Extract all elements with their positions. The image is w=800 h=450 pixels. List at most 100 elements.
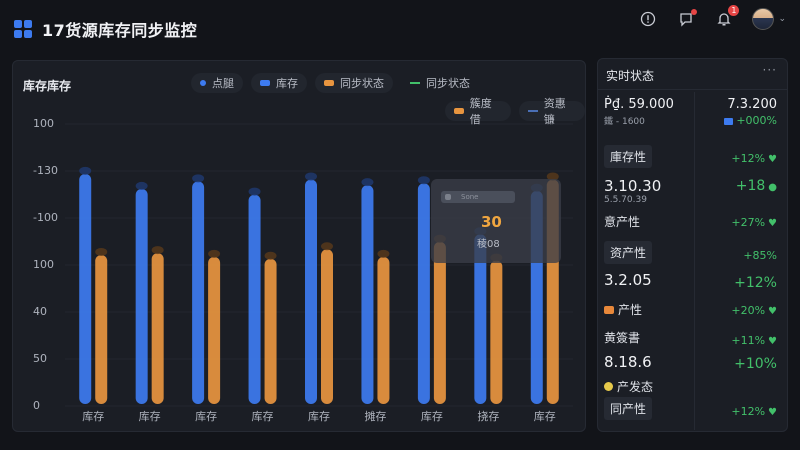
more-icon[interactable]: ··· [763,63,777,77]
status-label: 意产性 [604,215,641,229]
bar-cap [95,247,108,256]
legend-item[interactable]: 资惠镰 [519,97,585,126]
divider [598,89,787,90]
status-row[interactable]: 意产性 [604,211,640,230]
x-tick-label: 库存 [420,410,443,423]
legend-label: 同步状态 [426,77,470,90]
inventory-chart-panel: 库存库存 点腿 库存 同步状态 同步状态 簇度借 资惠镰 100 -130 -100… [12,60,586,432]
legend-line-icon [528,110,538,112]
inventory-bar[interactable] [79,173,92,404]
unread-dot [691,9,698,15]
status-change: +12% [734,272,777,291]
alert-circle-icon[interactable] [638,9,658,29]
x-tick-label: 摊存 [364,410,387,423]
top-bar: 17货源库存同步监控 1 ⌄ [0,0,800,58]
bar-cap [192,174,205,183]
y-tick-label: 50 [33,352,47,365]
metric-value: 7.3.200 [727,97,777,112]
legend-item[interactable]: 同步状态 [401,73,479,93]
status-row[interactable]: 黄簽書 [604,327,640,346]
sync-status-bar[interactable] [264,258,277,404]
inventory-bar[interactable] [192,181,205,404]
metric-value: Ṗ₫. 59.000 [604,97,674,112]
status-row[interactable]: 产发态 [604,376,653,395]
status-change: +12% ♥ [731,400,777,419]
bar-cap [417,176,430,185]
bar-cap [361,178,374,187]
status-row[interactable]: 同产性 [604,397,653,420]
bell-icon[interactable]: 1 [714,5,740,29]
metric-sub: 鐵 - 1600 [604,117,645,127]
sync-status-bar[interactable] [433,241,446,404]
sync-status-bar[interactable] [208,256,221,404]
y-tick-label: -130 [33,164,58,177]
heart-icon: ♥ [768,306,777,317]
bar-cap [377,249,390,258]
y-tick-label: -100 [33,211,58,224]
bar-cap [248,187,261,196]
x-tick-label: 库存 [251,410,274,423]
metric-change-text: +18 [735,178,766,194]
sync-status-bar[interactable] [490,260,503,404]
heart-icon: ♥ [768,154,777,165]
legend-item[interactable]: 簇度借 [445,97,511,126]
status-dot-icon [604,382,613,391]
bar-cap [135,181,148,190]
y-tick-label: 100 [33,117,54,130]
sync-status-bar[interactable] [377,256,390,404]
status-metric: 3.2.05 [604,271,652,289]
metric-change-text: +10% [734,356,777,372]
sync-status-bar[interactable] [95,254,108,404]
inventory-bar[interactable] [361,185,374,404]
top-actions: 1 ⌄ [638,5,786,30]
status-row[interactable]: 资产性 [604,241,653,264]
inventory-bar[interactable] [305,179,317,404]
sync-status-bar[interactable] [151,253,164,404]
metric-change-text: +12% [731,152,766,165]
status-change: +10% [734,353,777,372]
legend-bar-icon [454,108,464,114]
status-label: 资产性 [604,241,653,264]
chart-title: 库存库存 [23,79,72,93]
status-change: +12% ♥ [731,147,777,166]
heart-icon: ♥ [768,407,777,418]
check-icon: ● [768,182,777,193]
chevron-down-icon: ⌄ [778,14,786,24]
legend-item[interactable]: 点腿 [191,73,243,93]
legend-item[interactable]: 同步状态 [315,73,393,93]
x-tick-label: 库存 [308,410,330,423]
metric-change: +000% [724,114,777,127]
status-row[interactable]: 产性 [604,299,642,318]
legend-label: 点腿 [212,77,234,90]
status-row[interactable]: 庫存性 [604,145,653,168]
inventory-bar[interactable] [248,194,261,404]
sync-status-bar[interactable] [321,249,333,404]
inventory-bar[interactable] [135,188,148,404]
x-tick-label: 库存 [195,410,218,423]
status-metric: 3.10.30 5.5.70.39 [604,177,661,205]
metric-value: 8.18.6 [604,353,652,371]
box-icon [604,305,614,314]
legend-label: 库存 [276,77,298,90]
chart-legend: 点腿 库存 同步状态 同步状态 [191,73,479,93]
app-logo-icon [14,20,32,38]
status-label: 产发态 [617,380,654,394]
status-change: +27% ♥ [731,211,777,230]
message-icon[interactable] [676,9,698,29]
metric-change-text: +12% [731,405,766,418]
legend-line-icon [410,82,420,84]
x-tick-label: 库存 [82,410,105,423]
legend-item[interactable]: 库存 [251,73,307,93]
chart-legend-secondary: 簇度借 资惠镰 [445,97,585,126]
x-tick-label: 挠存 [477,410,500,423]
y-tick-label: 40 [33,305,47,318]
status-label: 庫存性 [604,145,653,168]
user-menu[interactable]: ⌄ [752,8,786,30]
inventory-bar[interactable] [417,183,430,404]
status-change: +85% [743,244,777,263]
metric-value: 3.10.30 [604,177,662,195]
status-change: +20% ♥ [731,299,777,318]
tooltip-header: Sone [441,191,515,203]
status-label: 黄簽書 [604,331,641,345]
bar-cap [79,166,92,175]
